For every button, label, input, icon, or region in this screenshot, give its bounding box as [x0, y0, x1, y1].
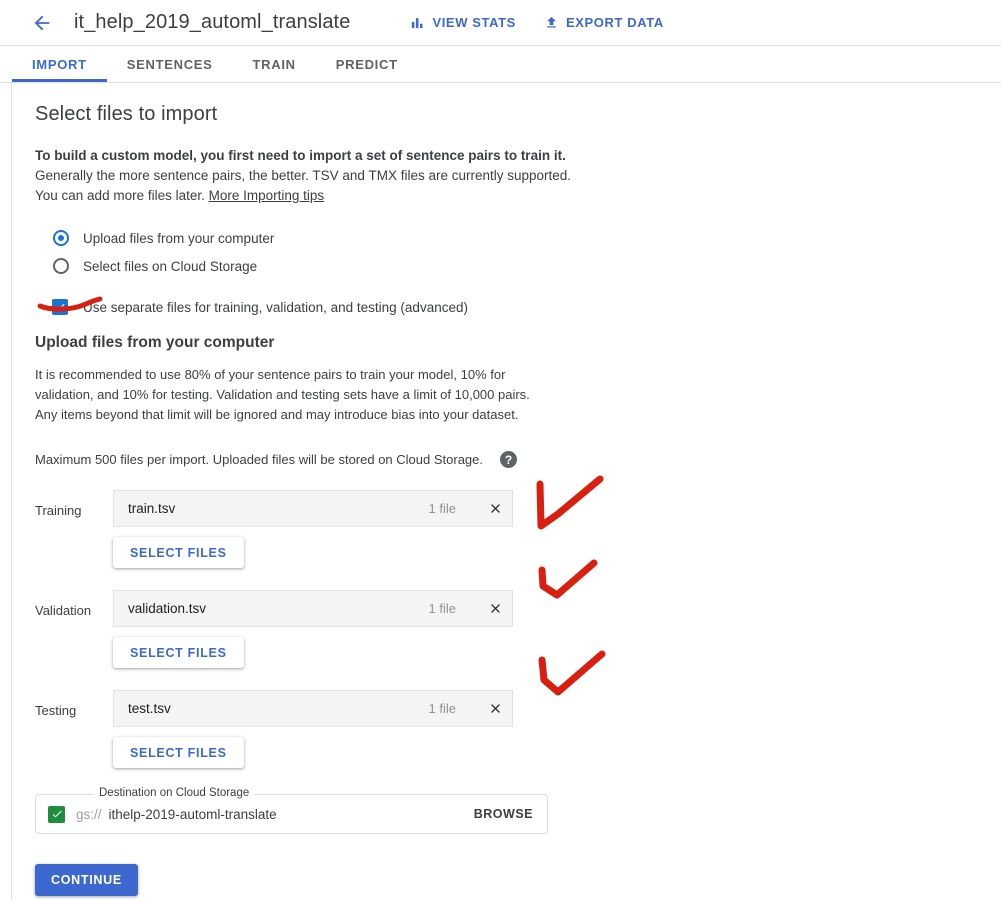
intro-line-2: Generally the more sentence pairs, the b…: [35, 168, 572, 183]
arrow-left-icon: [31, 12, 53, 34]
radio-select-cloud-storage[interactable]: Select files on Cloud Storage: [35, 252, 735, 280]
file-name-testing: test.tsv: [128, 701, 171, 716]
radio-upload-from-computer[interactable]: Upload files from your computer: [35, 224, 735, 252]
file-input-testing[interactable]: test.tsv 1 file: [113, 690, 513, 727]
radio-select-cloud-storage-label: Select files on Cloud Storage: [83, 258, 258, 274]
close-icon: [488, 501, 503, 516]
file-block-testing: Testing test.tsv 1 file SELECT FILES: [35, 690, 735, 768]
tab-predict-label: PREDICT: [335, 56, 398, 72]
file-label-validation: Validation: [35, 603, 92, 618]
clear-training-button[interactable]: [478, 501, 512, 516]
separate-files-checkbox-row[interactable]: Use separate files for training, validat…: [52, 299, 735, 315]
intro-line-3: You can add more files later. More Impor…: [35, 186, 735, 206]
upload-section-title: Upload files from your computer: [35, 334, 275, 351]
upload-para-line-3: Any items beyond that limit will be igno…: [35, 407, 519, 422]
select-files-validation-button[interactable]: SELECT FILES: [113, 637, 244, 668]
upload-icon: [544, 15, 559, 30]
tab-train[interactable]: TRAIN: [233, 46, 316, 82]
max-files-note: Maximum 500 files per import. Uploaded f…: [35, 452, 483, 467]
help-icon[interactable]: ?: [500, 451, 517, 468]
tab-predict[interactable]: PREDICT: [316, 46, 418, 82]
destination-legend: Destination on Cloud Storage: [94, 787, 255, 799]
clear-testing-button[interactable]: [478, 701, 512, 716]
radio-unselected-icon: [53, 258, 69, 274]
app-header: it_help_2019_automl_translate VIEW STATS: [0, 0, 1001, 46]
view-stats-button[interactable]: VIEW STATS: [410, 15, 516, 30]
file-block-validation: Validation validation.tsv 1 file SELECT …: [35, 590, 735, 668]
close-icon: [488, 701, 503, 716]
section-title: Select files to import: [35, 103, 218, 125]
destination-value[interactable]: ithelp-2019-automl-translate: [109, 807, 474, 822]
tab-train-label: TRAIN: [252, 56, 296, 72]
destination-field[interactable]: Destination on Cloud Storage gs:// ithel…: [35, 787, 548, 834]
export-data-button[interactable]: EXPORT DATA: [544, 15, 664, 30]
automl-translate-import-page: it_help_2019_automl_translate VIEW STATS: [0, 0, 1001, 900]
header-actions: VIEW STATS EXPORT DATA: [410, 15, 663, 30]
upload-para-line-1: It is recommended to use 80% of your sen…: [35, 367, 506, 382]
select-files-training-button[interactable]: SELECT FILES: [113, 537, 244, 568]
destination-prefix: gs://: [76, 806, 102, 822]
tab-import[interactable]: IMPORT: [12, 46, 107, 82]
file-row-validation: Validation validation.tsv 1 file: [35, 590, 735, 627]
tab-bar: IMPORT SENTENCES TRAIN PREDICT: [0, 46, 1001, 83]
file-count-validation: 1 file: [428, 601, 456, 616]
checkbox-checked-icon: [52, 299, 68, 315]
source-radio-group: Upload files from your computer Select f…: [35, 224, 735, 280]
file-label-testing: Testing: [35, 703, 77, 718]
page-title: it_help_2019_automl_translate: [74, 11, 351, 33]
more-importing-tips-link[interactable]: More Importing tips: [209, 188, 325, 203]
close-icon: [488, 601, 503, 616]
file-input-training[interactable]: train.tsv 1 file: [113, 490, 513, 527]
tab-import-label: IMPORT: [32, 56, 87, 72]
intro-line-3-text: You can add more files later.: [35, 188, 209, 203]
intro-line-1: To build a custom model, you first need …: [35, 148, 566, 163]
content-left-rule: [11, 83, 12, 900]
tab-sentences-label: SENTENCES: [126, 56, 213, 72]
file-input-validation[interactable]: validation.tsv 1 file: [113, 590, 513, 627]
separate-files-checkbox-label: Use separate files for training, validat…: [83, 299, 468, 315]
max-files-note-row: Maximum 500 files per import. Uploaded f…: [35, 451, 735, 468]
file-row-testing: Testing test.tsv 1 file: [35, 690, 735, 727]
clear-validation-button[interactable]: [478, 601, 512, 616]
export-data-label: EXPORT DATA: [565, 15, 664, 30]
file-block-training: Training train.tsv 1 file SELECT FILES: [35, 490, 735, 568]
view-stats-label: VIEW STATS: [432, 15, 516, 30]
browse-button[interactable]: BROWSE: [474, 807, 533, 821]
file-row-training: Training train.tsv 1 file: [35, 490, 735, 527]
radio-selected-icon: [53, 230, 69, 246]
radio-upload-from-computer-label: Upload files from your computer: [83, 230, 275, 246]
file-count-testing: 1 file: [428, 701, 456, 716]
back-button[interactable]: [22, 3, 62, 43]
continue-button[interactable]: CONTINUE: [35, 864, 138, 896]
file-name-validation: validation.tsv: [128, 601, 207, 616]
upload-para-line-2: validation, and 10% for testing. Validat…: [35, 387, 530, 402]
select-files-testing-button[interactable]: SELECT FILES: [113, 737, 244, 768]
file-label-training: Training: [35, 503, 82, 518]
tab-sentences[interactable]: SENTENCES: [107, 46, 233, 82]
import-form: Select files to import To build a custom…: [35, 103, 735, 896]
checkbox-checked-icon[interactable]: [48, 805, 65, 823]
bar-chart-icon: [410, 15, 425, 30]
file-count-training: 1 file: [428, 501, 456, 516]
file-name-training: train.tsv: [128, 501, 176, 516]
